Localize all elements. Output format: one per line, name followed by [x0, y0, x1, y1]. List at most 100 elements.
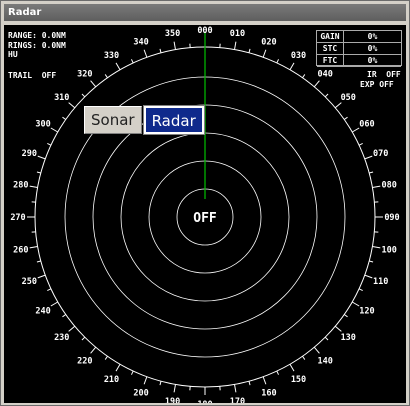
tab-radar[interactable]: Radar [142, 105, 205, 135]
bearing-tick [313, 80, 320, 88]
bearing-tick [81, 93, 86, 98]
rings-readout: RINGS: 0.0NM [8, 40, 66, 50]
bearing-tick [364, 274, 373, 279]
bearing-tick [289, 62, 295, 71]
bearing-tick [115, 62, 121, 71]
bearing-tick [159, 381, 162, 386]
bearing-label: 210 [104, 375, 119, 385]
bearing-label: 130 [341, 333, 356, 343]
stc-row: STC 0% [317, 43, 401, 55]
bearing-tick [29, 246, 38, 249]
bearing-label: 120 [359, 307, 374, 317]
radar-window: Radar 000 010 020 030 040 050 060 070 080 090 100 1… [0, 0, 410, 406]
bearing-tick [289, 363, 295, 372]
bearing-tick [372, 185, 381, 188]
bearing-tick [248, 381, 251, 386]
bearing-label: 320 [77, 70, 92, 80]
ftc-label: FTC [317, 55, 344, 67]
bearing-tick [343, 314, 348, 318]
bearing-label: 350 [165, 29, 180, 39]
bearing-tick [262, 376, 267, 385]
bearing-tick [276, 370, 279, 375]
bearing-tick [37, 155, 46, 160]
bearing-label: 230 [54, 333, 69, 343]
bearing-label: 140 [318, 356, 333, 366]
bearing-tick [104, 74, 108, 79]
ftc-row: FTC 0% [317, 55, 401, 67]
gain-label: GAIN [317, 31, 344, 43]
stc-value: 0% [344, 43, 401, 55]
radar-state-label: OFF [193, 211, 217, 226]
bearing-tick [234, 384, 237, 393]
bearing-label: 110 [373, 277, 388, 287]
radar-display[interactable]: 000 010 020 030 040 050 060 070 080 090 100 110 120 1… [4, 25, 406, 403]
bearing-label: 260 [13, 245, 28, 255]
bearing-label: 200 [133, 389, 148, 399]
bearing-tick [37, 274, 46, 279]
bearing-tick [47, 288, 52, 291]
bearing-tick [262, 49, 267, 58]
bearing-label: 340 [133, 37, 148, 47]
bearing-label: 090 [384, 213, 399, 223]
bearing-label: 310 [54, 93, 69, 103]
bearing-label: 270 [10, 213, 25, 223]
bearing-label: 070 [373, 149, 388, 159]
bearing-tick [334, 102, 342, 109]
bearing-tick [90, 346, 97, 354]
bearing-label: 190 [165, 397, 180, 403]
bearing-label: 240 [35, 307, 50, 317]
bearing-tick [302, 74, 306, 79]
bearing-tick [173, 41, 176, 50]
exp-readout: EXP OFF [360, 80, 394, 89]
bearing-label: 170 [230, 397, 245, 403]
bearing-label: 150 [291, 375, 306, 385]
tab-sonar[interactable]: Sonar [84, 106, 142, 134]
bearing-tick [68, 325, 76, 332]
bearing-label: 020 [261, 37, 276, 47]
bearing-label: 330 [104, 51, 119, 61]
bearing-label: 100 [381, 245, 396, 255]
bearing-tick [324, 93, 329, 98]
ftc-value: 0% [344, 55, 401, 67]
bearing-tick [90, 80, 97, 88]
bearing-tick [50, 127, 59, 133]
bearing-tick [369, 171, 374, 174]
bearing-tick [131, 59, 134, 64]
bearing-tick [334, 325, 342, 332]
bearing-tick [173, 384, 176, 393]
bearing-tick [324, 336, 329, 341]
bearing-tick [36, 171, 41, 174]
trail-readout: TRAIL OFF [8, 71, 57, 80]
bearing-tick [372, 246, 381, 249]
bearing-label: 160 [261, 389, 276, 399]
bearing-tick [159, 48, 162, 53]
gain-row: GAIN 0% [317, 31, 401, 43]
bearing-tick [358, 288, 363, 291]
bearing-tick [131, 370, 134, 375]
bearing-tick [369, 260, 374, 263]
bearing-label: 050 [341, 93, 356, 103]
mode-tabs: Sonar Radar [84, 105, 205, 135]
stc-label: STC [317, 43, 344, 55]
bearing-label: 300 [35, 120, 50, 130]
window-title: Radar [4, 4, 406, 21]
orientation-readout: HU [8, 50, 18, 59]
bearing-tick [36, 260, 41, 263]
bearing-label: 250 [22, 277, 37, 287]
bearing-tick [68, 102, 76, 109]
bearing-tick [313, 346, 320, 354]
bearing-label: 060 [359, 120, 374, 130]
bearing-tick [358, 143, 363, 146]
bearing-tick [364, 155, 373, 160]
bearing-tick [143, 49, 148, 58]
bearing-tick [143, 376, 148, 385]
bearing-label: 080 [381, 181, 396, 191]
bearing-tick [81, 336, 86, 341]
bearing-tick [47, 143, 52, 146]
bearing-tick [29, 185, 38, 188]
bearing-tick [234, 41, 237, 50]
bearing-tick [50, 301, 59, 307]
bearing-tick [62, 314, 67, 318]
range-readout: RANGE: 0.0NM [8, 31, 66, 40]
bearing-tick [276, 59, 279, 64]
